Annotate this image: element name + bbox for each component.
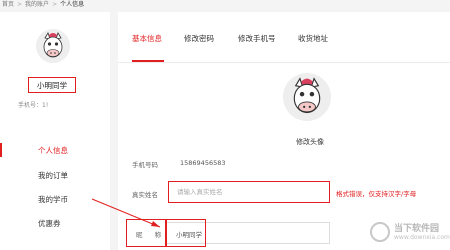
realname-input[interactable]: 请输入真实姓名 [168,181,330,203]
sidebar-item-coupons[interactable]: 优惠券 [38,218,61,229]
horse-avatar-icon [283,73,331,121]
phone-label: 手机号码 [132,161,158,169]
breadcrumb-separator: > [52,1,58,8]
account-number: 手机号：1! [18,102,49,109]
breadcrumb-current: 个人信息 [60,1,85,8]
profile-avatar[interactable] [283,73,331,121]
sidebar: 小明同学 手机号：1! 个人信息 我的订单 我的学币 优惠券 [0,12,110,250]
breadcrumb-home[interactable]: 首页 [2,1,14,8]
tab-shipping-address[interactable]: 收货地址 [298,33,328,44]
page: 首页 > 我的账户 > 个人信息 小明同学 手机号：1! 个人信息 我的订单 我的学币 … [0,0,450,250]
tab-change-phone[interactable]: 修改手机号 [238,33,276,44]
watermark-url: www.downxia.com [394,234,450,241]
watermark: 当下软件园 www.downxia.com [370,218,450,250]
horse-avatar-icon [36,29,70,63]
tab-basic-info[interactable]: 基本信息 [132,33,162,44]
change-avatar-link[interactable]: 修改头像 [296,137,324,147]
nickname-value: 小明同学 [176,231,202,239]
username: 小明同学 [28,77,76,93]
sidebar-item-coins[interactable]: 我的学币 [38,194,68,205]
main-panel: 基本信息 修改密码 修改手机号 收货地址 [118,12,450,250]
realname-error: 格式错误，仅支持汉字/字母 [336,190,417,198]
tab-change-password[interactable]: 修改密码 [184,33,214,44]
breadcrumb: 首页 > 我的账户 > 个人信息 [0,0,84,10]
phone-value: 15869456583 [180,159,226,167]
watermark-title: 当下软件园 [394,224,440,234]
tabs-divider [118,62,450,63]
breadcrumb-separator: > [17,1,23,8]
sidebar-item-profile[interactable]: 个人信息 [38,145,68,156]
realname-label: 真实姓名 [132,191,158,199]
avatar[interactable] [36,29,70,63]
sidebar-item-orders[interactable]: 我的订单 [38,170,68,181]
nav-active-indicator [0,143,2,157]
breadcrumb-account[interactable]: 我的账户 [25,1,49,8]
nickname-label: 昵 称 [136,231,167,239]
watermark-logo-icon [370,222,390,242]
